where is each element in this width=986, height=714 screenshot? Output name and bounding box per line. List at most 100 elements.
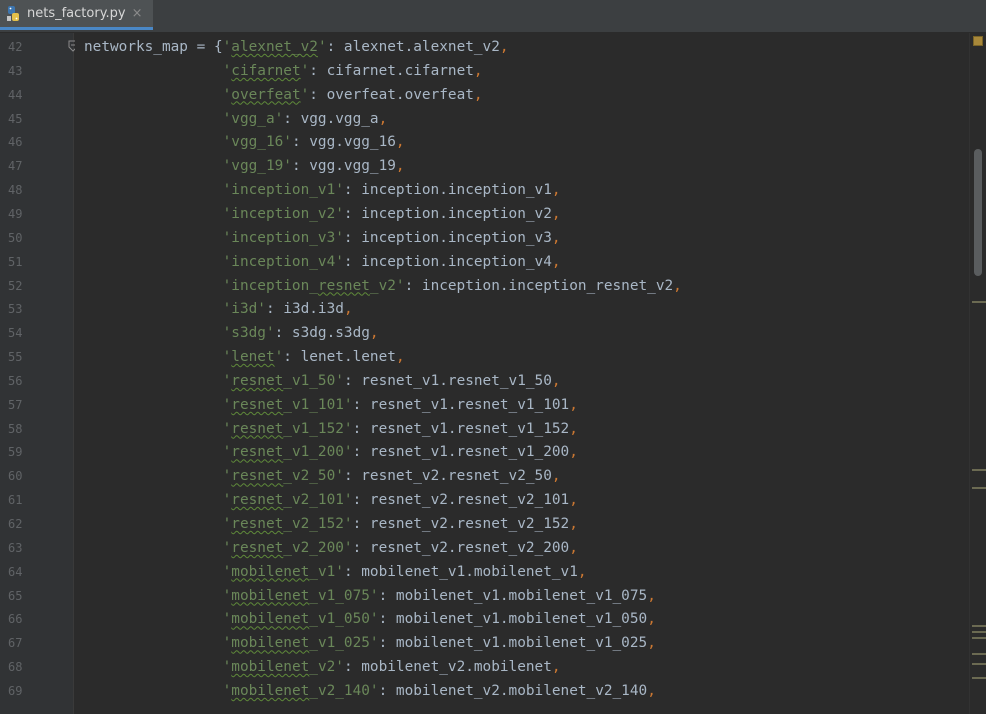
code-line[interactable]: 'inception_v2': inception.inception_v2,	[84, 202, 561, 226]
code-token: : mobilenet_v1.mobilenet_v1	[343, 563, 578, 580]
close-tab-icon[interactable]: ×	[132, 6, 143, 21]
code-token: : inception.inception_v1	[343, 182, 552, 199]
code-line[interactable]: 'mobilenet_v2_140': mobilenet_v2.mobilen…	[84, 679, 656, 703]
code-token: : mobilenet_v2.mobilenet_v2_140	[378, 682, 648, 699]
warning-marker[interactable]	[972, 637, 986, 639]
code-line[interactable]: 'i3d': i3d.i3d,	[84, 297, 353, 321]
code-line[interactable]: 'mobilenet_v1_025': mobilenet_v1.mobilen…	[84, 631, 656, 655]
code-token: : vgg.vgg_19	[291, 158, 396, 175]
code-token: : mobilenet_v2.mobilenet	[343, 659, 552, 676]
line-number: 47	[8, 159, 23, 174]
code-line[interactable]: 'lenet': lenet.lenet,	[84, 345, 405, 369]
warning-marker[interactable]	[972, 653, 986, 655]
code-token: networks_map = {	[84, 39, 223, 55]
code-line[interactable]: 'resnet_v1_101': resnet_v1.resnet_v1_101…	[84, 393, 578, 417]
code-line[interactable]: 'inception_v1': inception.inception_v1,	[84, 178, 561, 202]
warning-marker[interactable]	[972, 677, 986, 679]
line-number: 66	[8, 612, 23, 627]
inspection-status-icon[interactable]	[973, 36, 983, 46]
code-line[interactable]: 'resnet_v2_152': resnet_v2.resnet_v2_152…	[84, 512, 578, 536]
string-token: 'inception_	[222, 277, 318, 294]
scrollbar-thumb[interactable]	[974, 149, 982, 276]
code-line[interactable]: 'mobilenet_v2': mobilenet_v2.mobilenet,	[84, 655, 561, 679]
code-line[interactable]: 'vgg_a': vgg.vgg_a,	[84, 107, 388, 131]
string-token: 'inception_v2'	[222, 205, 344, 222]
warning-marker[interactable]	[972, 487, 986, 489]
code-editor[interactable]: networks_map = {'alexnet_v2': alexnet.al…	[75, 33, 970, 714]
string-token: '	[300, 62, 310, 79]
string-token: '	[222, 587, 232, 604]
tab-nets-factory[interactable]: nets_factory.py ×	[0, 0, 153, 30]
code-line[interactable]: 'vgg_19': vgg.vgg_19,	[84, 154, 405, 178]
punctuation-token: ,	[551, 468, 561, 485]
warning-marker[interactable]	[972, 469, 986, 471]
code-line[interactable]: 'inception_resnet_v2': inception.incepti…	[84, 274, 682, 298]
code-line[interactable]: 'resnet_v2_101': resnet_v2.resnet_v2_101…	[84, 488, 578, 512]
code-line[interactable]: 'resnet_v1_200': resnet_v1.resnet_v1_200…	[84, 440, 578, 464]
line-number: 59	[8, 445, 23, 460]
warning-marker[interactable]	[972, 631, 986, 633]
string-token: _v2'	[369, 277, 405, 294]
code-line[interactable]: 'cifarnet': cifarnet.cifarnet,	[84, 59, 483, 83]
line-number: 58	[8, 421, 23, 436]
warning-marker[interactable]	[972, 625, 986, 627]
code-line[interactable]: 's3dg': s3dg.s3dg,	[84, 321, 379, 345]
string-token: '	[222, 39, 232, 55]
warning-marker[interactable]	[972, 301, 986, 303]
line-number: 49	[8, 206, 23, 221]
spellcheck-token: resnet	[231, 444, 284, 461]
string-token: '	[222, 372, 232, 389]
editor-scrollbar[interactable]	[969, 33, 986, 714]
string-token: _v2_50'	[283, 468, 344, 485]
punctuation-token: ,	[551, 659, 561, 676]
python-file-icon	[5, 5, 23, 23]
spellcheck-token: mobilenet	[231, 635, 310, 652]
punctuation-token: ,	[378, 110, 388, 127]
string-token: '	[300, 86, 310, 103]
string-token: 'inception_v3'	[222, 229, 344, 246]
code-token: : resnet_v1.resnet_v1_101	[352, 396, 570, 413]
code-line[interactable]: networks_map = {'alexnet_v2': alexnet.al…	[84, 35, 509, 59]
code-line[interactable]: 'vgg_16': vgg.vgg_16,	[84, 130, 405, 154]
code-line[interactable]: 'overfeat': overfeat.overfeat,	[84, 83, 483, 107]
code-line[interactable]: 'inception_v3': inception.inception_v3,	[84, 226, 561, 250]
code-line[interactable]: 'resnet_v1_50': resnet_v1.resnet_v1_50,	[84, 369, 561, 393]
punctuation-token: ,	[569, 444, 578, 461]
code-token: : resnet_v1.resnet_v1_50	[343, 372, 552, 389]
code-line[interactable]: 'resnet_v2_50': resnet_v2.resnet_v2_50,	[84, 464, 561, 488]
code-line[interactable]: 'mobilenet_v1_050': mobilenet_v1.mobilen…	[84, 607, 656, 631]
punctuation-token: ,	[551, 205, 561, 222]
spellcheck-token: resnet	[231, 468, 284, 485]
string-token: _v1_101'	[283, 396, 353, 413]
code-line[interactable]: 'resnet_v1_152': resnet_v1.resnet_v1_152…	[84, 417, 578, 441]
warning-marker[interactable]	[972, 663, 986, 665]
punctuation-token: ,	[647, 611, 656, 628]
line-number: 60	[8, 469, 23, 484]
string-token: 'inception_v1'	[222, 182, 344, 199]
string-token: _v2_101'	[283, 492, 353, 509]
string-token: '	[222, 492, 232, 509]
punctuation-token: ,	[473, 86, 483, 103]
punctuation-token: ,	[473, 62, 483, 79]
string-token: _v2_152'	[283, 516, 353, 532]
editor-tab-bar: nets_factory.py ×	[0, 0, 986, 33]
line-number: 51	[8, 254, 23, 269]
code-line[interactable]: 'resnet_v2_200': resnet_v2.resnet_v2_200…	[84, 536, 578, 560]
spellcheck-token: mobilenet	[231, 682, 310, 699]
code-line[interactable]: 'inception_v4': inception.inception_v4,	[84, 250, 561, 274]
spellcheck-token: overfeat	[231, 86, 301, 103]
punctuation-token: ,	[647, 682, 656, 699]
code-line[interactable]: 'mobilenet_v1': mobilenet_v1.mobilenet_v…	[84, 560, 587, 584]
code-token: : inception.inception_v2	[343, 205, 552, 222]
line-number: 61	[8, 493, 23, 508]
code-line[interactable]: 'mobilenet_v1_075': mobilenet_v1.mobilen…	[84, 584, 656, 608]
punctuation-token: ,	[673, 277, 682, 294]
